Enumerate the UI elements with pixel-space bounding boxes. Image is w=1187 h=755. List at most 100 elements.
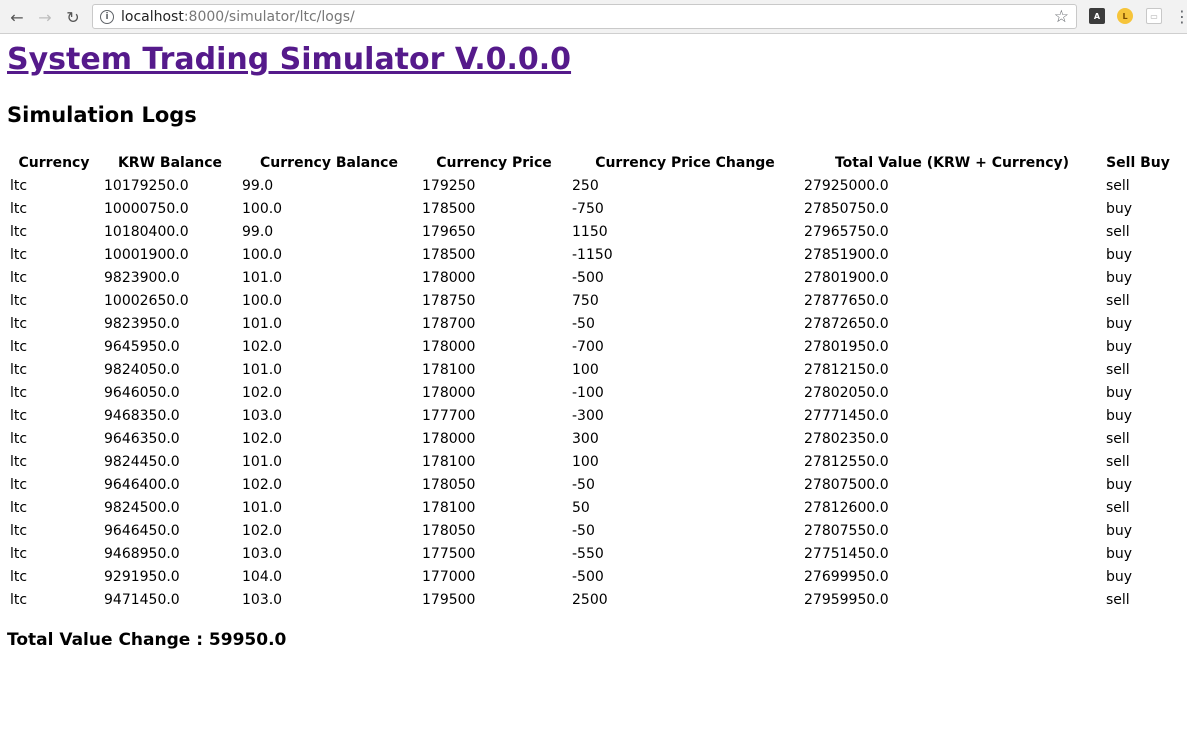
currency-balance-cell: 101.0 [242, 453, 283, 470]
currency-cell: ltc [10, 338, 28, 355]
column-header: Sell Buy [1106, 154, 1170, 171]
sell-buy-cell: sell [1106, 177, 1130, 194]
price-change-cell: 100 [572, 361, 599, 378]
currency-price-cell: 178000 [422, 269, 476, 286]
price-change-cell: 50 [572, 499, 590, 516]
currency-cell: ltc [10, 407, 28, 424]
price-change-cell: -550 [572, 545, 604, 562]
sell-buy-cell: buy [1106, 338, 1133, 355]
table-row: ltc 9645950.0 102.0 178000 -700 27801950.0 buy [7, 335, 1173, 358]
currency-cell: ltc [10, 315, 28, 332]
currency-cell: ltc [10, 292, 28, 309]
currency-cell: ltc [10, 591, 28, 608]
sell-buy-cell: buy [1106, 246, 1133, 263]
krw-balance-cell: 9471450.0 [104, 591, 180, 608]
sell-buy-cell: buy [1106, 407, 1133, 424]
back-button[interactable]: ← [6, 6, 28, 28]
table-row: ltc 10000750.0 100.0 178500 -750 27850750.0 bu… [7, 197, 1173, 220]
price-change-cell: -100 [572, 384, 604, 401]
price-change-cell: 300 [572, 430, 599, 447]
star-icon[interactable]: ☆ [1054, 7, 1069, 27]
currency-balance-cell: 102.0 [242, 522, 283, 539]
table-row: ltc 9824500.0 101.0 178100 50 27812600.0 sell [7, 496, 1173, 519]
total-value-change: Total Value Change : 59950.0 [7, 630, 287, 650]
address-bar[interactable]: i localhost:8000/simulator/ltc/logs/ ☆ [92, 4, 1077, 29]
currency-cell: ltc [10, 177, 28, 194]
currency-cell: ltc [10, 476, 28, 493]
forward-button[interactable]: → [34, 6, 56, 28]
price-change-cell: -1150 [572, 246, 613, 263]
table-row: ltc 9646350.0 102.0 178000 300 27802350.0 sell [7, 427, 1173, 450]
currency-balance-cell: 101.0 [242, 361, 283, 378]
menu-icon[interactable]: ⋮ [1174, 6, 1187, 28]
reload-button[interactable]: ↻ [62, 6, 84, 28]
currency-price-cell: 178100 [422, 361, 476, 378]
currency-cell: ltc [10, 200, 28, 217]
sell-buy-cell: buy [1106, 384, 1133, 401]
price-change-cell: -50 [572, 522, 595, 539]
column-header: KRW Balance [117, 154, 223, 171]
arrow-left-icon: ← [10, 7, 24, 27]
column-header: Total Value (KRW + Currency) [834, 154, 1070, 171]
simulation-logs-table: Currency KRW Balance Currency Balance Cu… [7, 151, 1173, 611]
extension-b-icon[interactable]: L [1117, 8, 1133, 24]
krw-balance-cell: 9291950.0 [104, 568, 180, 585]
column-header: Currency Price Change [595, 154, 775, 171]
total-value-cell: 27877650.0 [804, 292, 889, 309]
url-path: /simulator/ltc/logs/ [224, 8, 355, 25]
sell-buy-cell: buy [1106, 545, 1133, 562]
currency-cell: ltc [10, 223, 28, 240]
currency-price-cell: 178700 [422, 315, 476, 332]
page-content: System Trading Simulator V.0.0.0 Simulat… [0, 34, 1187, 755]
krw-balance-cell: 10000750.0 [104, 200, 189, 217]
price-change-cell: -500 [572, 269, 604, 286]
currency-balance-cell: 102.0 [242, 430, 283, 447]
currency-cell: ltc [10, 361, 28, 378]
table-row: ltc 9823900.0 101.0 178000 -500 27801900.0 buy [7, 266, 1173, 289]
currency-balance-cell: 100.0 [242, 200, 283, 217]
table-row: ltc 9471450.0 103.0 179500 2500 27959950.0 sel… [7, 588, 1173, 611]
currency-balance-cell: 103.0 [242, 591, 283, 608]
arrow-right-icon: → [38, 7, 52, 27]
currency-balance-cell: 100.0 [242, 246, 283, 263]
currency-balance-cell: 100.0 [242, 292, 283, 309]
reload-icon: ↻ [66, 7, 80, 27]
currency-cell: ltc [10, 430, 28, 447]
total-value-cell: 27801900.0 [804, 269, 889, 286]
site-title-link[interactable]: System Trading Simulator V.0.0.0 [7, 42, 571, 77]
table-row: ltc 9823950.0 101.0 178700 -50 27872650.0 buy [7, 312, 1173, 335]
krw-balance-cell: 9468350.0 [104, 407, 180, 424]
currency-balance-cell: 101.0 [242, 315, 283, 332]
currency-price-cell: 177500 [422, 545, 476, 562]
total-value-cell: 27850750.0 [804, 200, 889, 217]
column-header: Currency Balance [260, 154, 398, 171]
currency-balance-cell: 102.0 [242, 384, 283, 401]
total-value-cell: 27872650.0 [804, 315, 889, 332]
krw-balance-cell: 9646400.0 [104, 476, 180, 493]
krw-balance-cell: 9824050.0 [104, 361, 180, 378]
extension-a-icon[interactable]: A [1089, 8, 1105, 24]
currency-cell: ltc [10, 246, 28, 263]
krw-balance-cell: 9646050.0 [104, 384, 180, 401]
price-change-cell: 100 [572, 453, 599, 470]
table-row: ltc 10180400.0 99.0 179650 1150 27965750.0 sel… [7, 220, 1173, 243]
currency-balance-cell: 102.0 [242, 476, 283, 493]
column-header: Currency Price [436, 154, 552, 171]
info-icon[interactable]: i [100, 9, 114, 24]
table-row: ltc 9291950.0 104.0 177000 -500 27699950.0 buy [7, 565, 1173, 588]
extension-c-icon[interactable]: ▭ [1146, 8, 1162, 24]
total-value-cell: 27751450.0 [804, 545, 889, 562]
krw-balance-cell: 10180400.0 [104, 223, 189, 240]
currency-price-cell: 178050 [422, 522, 476, 539]
krw-balance-cell: 10179250.0 [104, 177, 189, 194]
currency-balance-cell: 101.0 [242, 499, 283, 516]
price-change-cell: -500 [572, 568, 604, 585]
url-text[interactable]: localhost:8000/simulator/ltc/logs/ [121, 9, 355, 25]
currency-price-cell: 179500 [422, 591, 476, 608]
price-change-cell: -700 [572, 338, 604, 355]
currency-cell: ltc [10, 269, 28, 286]
total-value-cell: 27771450.0 [804, 407, 889, 424]
currency-price-cell: 178000 [422, 384, 476, 401]
sell-buy-cell: sell [1106, 223, 1130, 240]
currency-cell: ltc [10, 568, 28, 585]
